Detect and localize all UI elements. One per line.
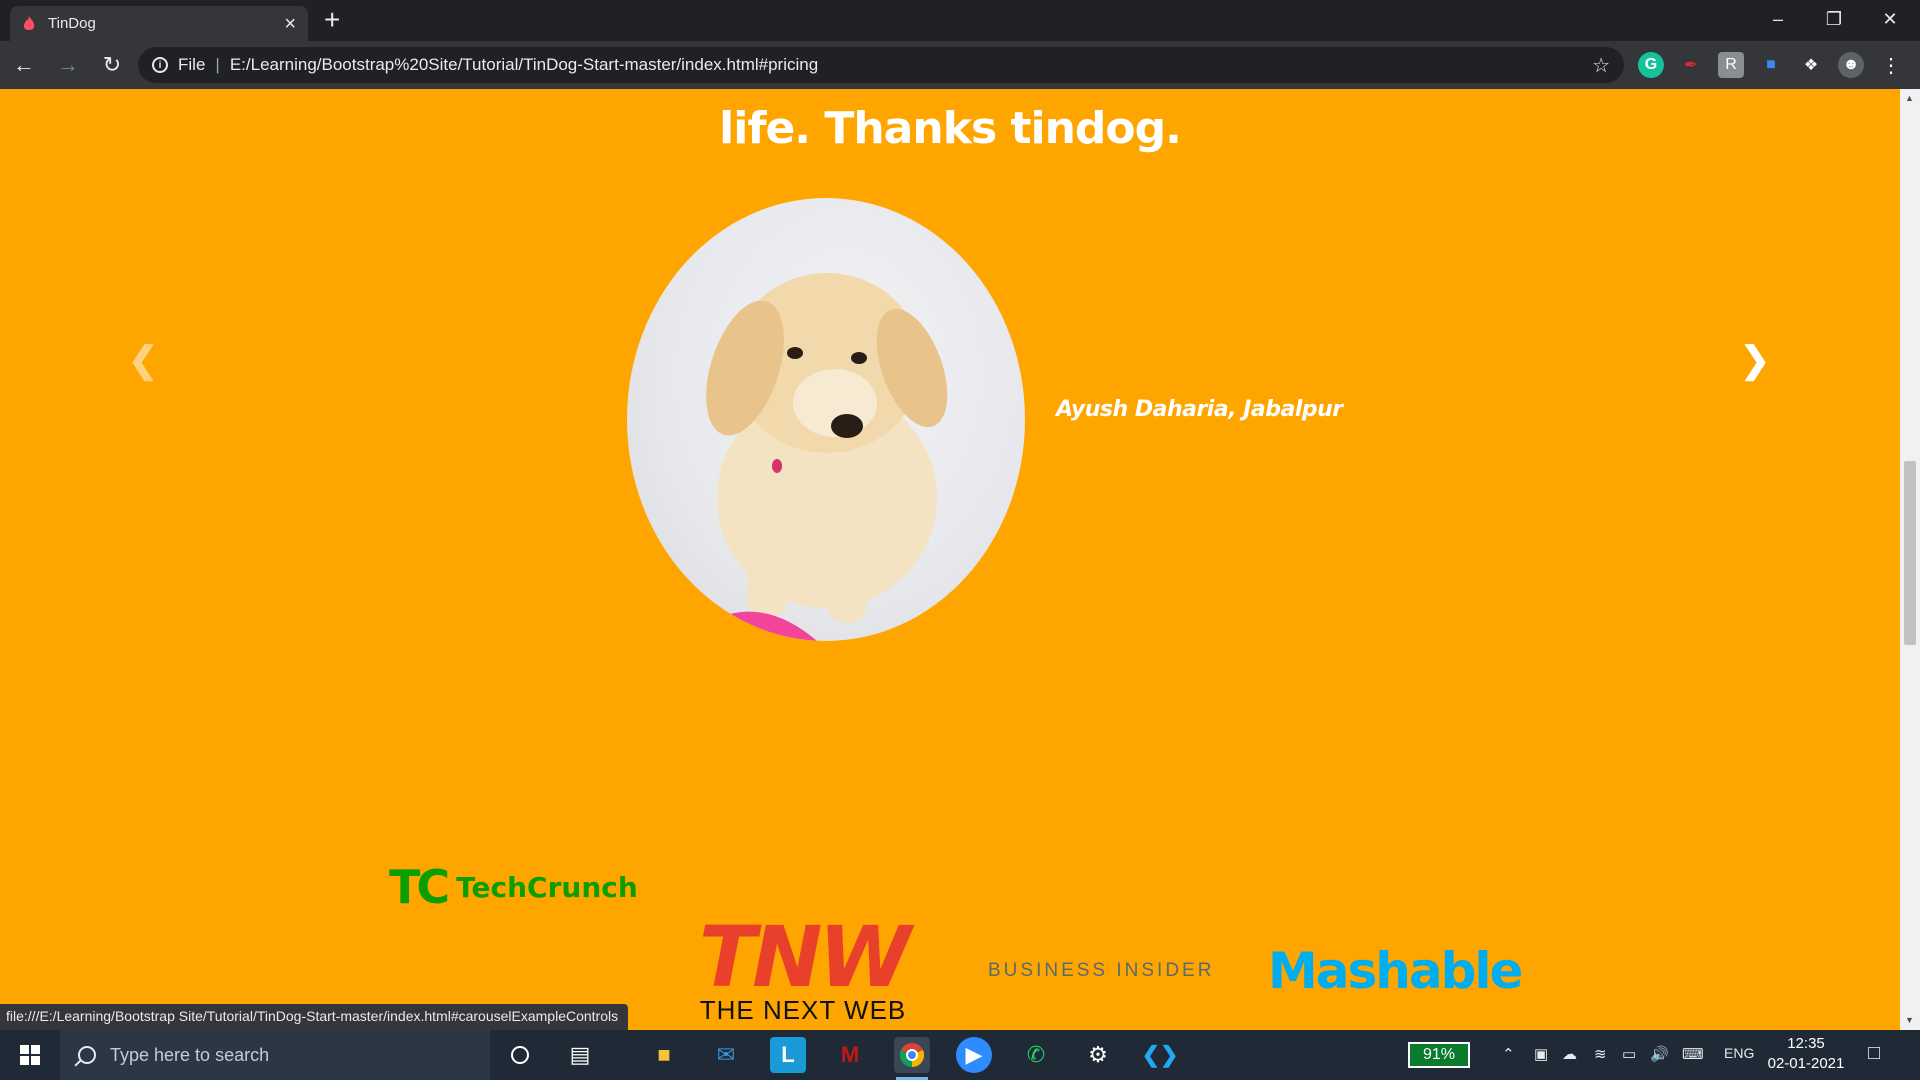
tab-bar: TinDog × + – ❐ ✕ xyxy=(0,0,1920,41)
testimonial-author: Ayush Daharia, Jabalpur xyxy=(1056,397,1343,422)
bookmark-star-icon[interactable]: ☆ xyxy=(1592,53,1610,78)
testimonial-quote: life. Thanks tindog. xyxy=(719,103,1182,154)
onedrive-cloud-icon[interactable]: ☁ xyxy=(1562,1045,1577,1063)
taskbar-search-placeholder: Type here to search xyxy=(110,1044,270,1065)
page-content: life. Thanks tindog. Ayush Daharia, Jaba… xyxy=(0,89,1900,1030)
status-bar-url: file:///E:/Learning/Bootstrap Site/Tutor… xyxy=(0,1004,629,1030)
battery-indicator[interactable]: 91% xyxy=(1408,1042,1470,1068)
tab-title: TinDog xyxy=(48,15,96,32)
taskbar-search-box[interactable]: Type here to search xyxy=(60,1030,490,1080)
chrome-taskbar-icon[interactable] xyxy=(894,1037,930,1080)
reload-icon[interactable]: ↻ xyxy=(92,45,132,85)
vscode-icon[interactable]: ❮❯ xyxy=(1142,1037,1179,1073)
techcrunch-wordmark: TechCrunch xyxy=(456,870,638,904)
file-explorer-icon[interactable]: ■ xyxy=(646,1037,682,1073)
carousel-prev-chevron-icon[interactable]: ❮ xyxy=(128,339,158,381)
scroll-down-arrow-icon[interactable]: ▼ xyxy=(1905,1015,1914,1025)
omnibox-url[interactable]: E:/Learning/Bootstrap%20Site/Tutorial/Ti… xyxy=(230,55,1592,75)
extensions-puzzle-icon[interactable]: ❖ xyxy=(1798,52,1824,78)
wifi-icon[interactable]: ≋ xyxy=(1594,1045,1607,1063)
settings-gear-icon[interactable]: ⚙ xyxy=(1080,1037,1116,1073)
extension-r-icon[interactable]: R xyxy=(1718,52,1744,78)
cortana-icon[interactable] xyxy=(502,1037,538,1073)
taskbar-clock[interactable]: 12:35 02-01-2021 xyxy=(1766,1034,1846,1074)
lens-app-icon[interactable]: L xyxy=(770,1037,806,1073)
close-tab-icon[interactable]: × xyxy=(284,14,296,34)
battery-tray-icon[interactable]: ▭ xyxy=(1622,1045,1636,1063)
mashable-logo: Mashable xyxy=(1268,942,1523,1000)
tab-tindog[interactable]: TinDog × xyxy=(10,6,308,41)
address-bar[interactable]: i File | E:/Learning/Bootstrap%20Site/Tu… xyxy=(138,47,1624,83)
clock-time: 12:35 xyxy=(1787,1035,1825,1052)
new-tab-button[interactable]: + xyxy=(324,6,340,34)
business-insider-logo: BUSINESS INSIDER xyxy=(988,960,1215,981)
zoom-icon[interactable]: ▶ xyxy=(956,1037,992,1073)
close-window-icon[interactable]: ✕ xyxy=(1862,0,1918,38)
flame-icon xyxy=(23,15,35,30)
windows-start-icon[interactable] xyxy=(0,1030,60,1080)
scrollbar-thumb[interactable] xyxy=(1904,461,1916,645)
language-indicator[interactable]: ENG xyxy=(1724,1045,1754,1061)
testimonial-dog-image xyxy=(627,198,1025,641)
restore-icon[interactable]: ❐ xyxy=(1806,0,1862,38)
carousel-next-chevron-icon[interactable]: ❯ xyxy=(1740,339,1770,381)
keyboard-icon[interactable]: ⌨ xyxy=(1682,1045,1704,1063)
grammarly-icon[interactable]: G xyxy=(1638,52,1664,78)
mail-icon[interactable]: ✉ xyxy=(708,1037,744,1073)
scroll-up-arrow-icon[interactable]: ▲ xyxy=(1905,93,1914,103)
info-icon[interactable]: i xyxy=(152,57,168,73)
search-icon xyxy=(78,1046,96,1064)
eyedropper-extension-icon[interactable]: ■ xyxy=(1758,52,1784,78)
volume-icon[interactable]: 🔊 xyxy=(1650,1045,1669,1063)
show-hidden-icons-chevron-icon[interactable]: ⌃ xyxy=(1502,1045,1515,1063)
menu-kebab-icon[interactable]: ⋮ xyxy=(1878,52,1904,78)
windows-taskbar: Type here to search ▤ ■ ✉ L M ▶ ✆ ⚙ ❮❯ 9… xyxy=(0,1030,1920,1080)
omnibox-separator: | xyxy=(215,55,220,74)
techcrunch-mark: TC xyxy=(389,860,450,914)
tnw-mark: TNW xyxy=(698,908,911,1006)
techcrunch-logo: TC TechCrunch xyxy=(389,860,638,914)
back-arrow-icon[interactable]: ← xyxy=(4,45,44,85)
whatsapp-icon[interactable]: ✆ xyxy=(1018,1037,1054,1073)
minimize-icon[interactable]: – xyxy=(1750,0,1806,38)
meet-now-icon[interactable]: ▣ xyxy=(1534,1045,1548,1063)
pen-extension-icon[interactable]: ✒ xyxy=(1678,52,1704,78)
dog-illustration xyxy=(706,273,948,641)
omnibox-scheme: File xyxy=(178,55,206,74)
tnw-logo: TNW THE NEXT WEB xyxy=(683,908,923,1025)
mcafee-icon[interactable]: M xyxy=(832,1037,868,1073)
tnw-wordmark: THE NEXT WEB xyxy=(699,995,907,1025)
forward-arrow-icon[interactable]: → xyxy=(48,45,88,85)
task-view-icon[interactable]: ▤ xyxy=(562,1037,598,1073)
clock-date: 02-01-2021 xyxy=(1767,1055,1845,1072)
browser-toolbar: ← → ↻ i File | E:/Learning/Bootstrap%20S… xyxy=(0,41,1920,89)
notifications-icon[interactable]: □ xyxy=(1868,1042,1880,1065)
page-scrollbar[interactable]: ▲ ▼ xyxy=(1900,89,1920,1030)
profile-avatar-icon[interactable]: ☻ xyxy=(1838,52,1864,78)
